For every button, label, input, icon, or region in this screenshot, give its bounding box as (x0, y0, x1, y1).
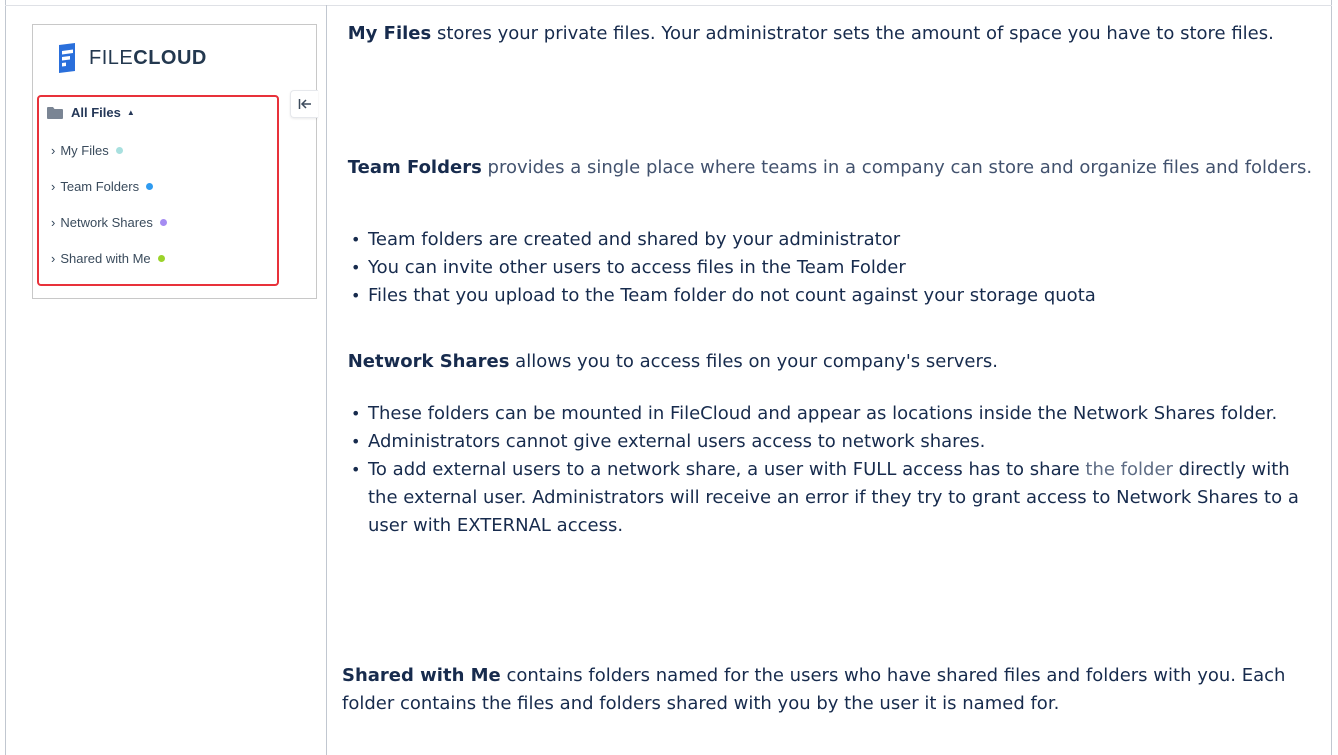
nav-item-label: My Files (60, 143, 109, 158)
network-shares-text: allows you to access files on your compa… (509, 351, 998, 372)
status-dot (159, 219, 167, 226)
nav-all-files[interactable]: All Files ▲ (47, 105, 135, 120)
team-folders-list: Team folders are created and shared by y… (342, 226, 1322, 310)
nav-item-my-files[interactable]: › My Files (51, 143, 123, 158)
caret-up-icon: ▲ (126, 108, 135, 117)
team-folders-text: provides a single place where teams in a… (481, 157, 1313, 178)
collapse-sidebar-button[interactable] (290, 90, 318, 118)
filecloud-logo: FILECLOUD (55, 38, 207, 78)
nav-item-label: Network Shares (60, 215, 153, 230)
network-shares-list: These folders can be mounted in FileClou… (342, 400, 1322, 540)
nav-item-shared-with-me[interactable]: › Shared with Me (51, 251, 165, 266)
list-item: Team folders are created and shared by y… (342, 226, 1322, 254)
nav-item-team-folders[interactable]: › Team Folders (51, 179, 154, 194)
filecloud-logo-icon (59, 43, 75, 73)
chevron-right-icon: › (51, 215, 56, 230)
the-folder-link[interactable]: the folder (1085, 459, 1173, 480)
list-item: To add external users to a network share… (342, 456, 1322, 540)
status-dot (146, 183, 154, 190)
folder-icon (47, 106, 63, 119)
table-top-border (5, 5, 1332, 6)
column-divider (326, 5, 327, 755)
shared-with-me-title: Shared with Me (342, 665, 501, 686)
nav-item-label: Team Folders (60, 179, 140, 194)
network-shares-paragraph: Network Shares allows you to access file… (342, 348, 1322, 376)
list-item: Files that you upload to the Team folder… (342, 282, 1322, 310)
team-folders-paragraph: Team Folders provides a single place whe… (342, 154, 1322, 182)
filecloud-sidebar-screenshot: FILECLOUD All Files ▲ › My Files › Team … (32, 24, 318, 299)
shared-with-me-paragraph: Shared with Me contains folders named fo… (342, 662, 1322, 718)
logo-text-cloud: CLOUD (133, 46, 207, 69)
my-files-title: My Files (347, 23, 432, 44)
status-dot (157, 255, 165, 262)
nav-all-files-label: All Files (71, 105, 121, 120)
logo-text-file: FILE (89, 46, 134, 69)
list-item: You can invite other users to access fil… (342, 254, 1322, 282)
bullet-text: To add external users to a network share… (368, 459, 1086, 480)
nav-item-network-shares[interactable]: › Network Shares (51, 215, 167, 230)
team-folders-title: Team Folders (347, 157, 482, 178)
my-files-paragraph: My Files stores your private files. Your… (342, 20, 1322, 48)
nav-item-label: Shared with Me (60, 251, 151, 266)
chevron-right-icon: › (51, 251, 56, 266)
chevron-right-icon: › (51, 143, 56, 158)
network-shares-title: Network Shares (347, 351, 510, 372)
collapse-left-icon (298, 99, 311, 109)
status-dot (115, 147, 123, 154)
filecloud-logo-text: FILECLOUD (89, 47, 207, 70)
chevron-right-icon: › (51, 179, 56, 194)
my-files-text: stores your private files. Your administ… (431, 23, 1274, 44)
list-item: Administrators cannot give external user… (342, 428, 1322, 456)
list-item: These folders can be mounted in FileClou… (342, 400, 1322, 428)
